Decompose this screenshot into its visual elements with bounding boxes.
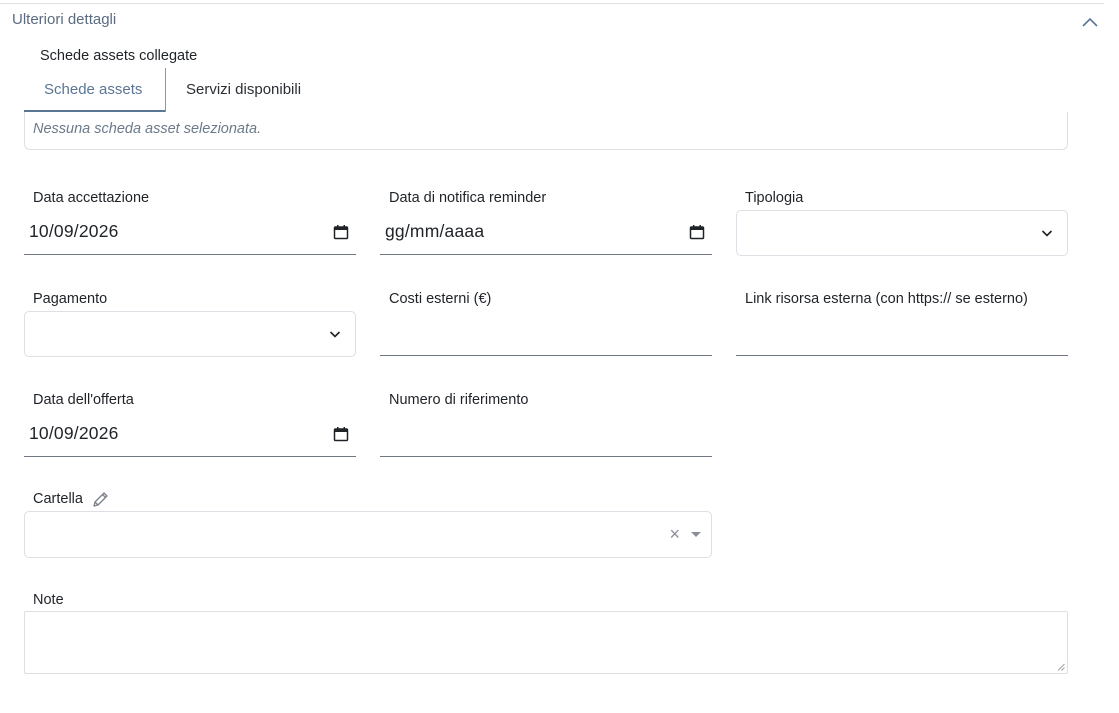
tipologia-label: Tipologia	[745, 190, 804, 206]
chevron-up-icon[interactable]	[1080, 14, 1100, 30]
calendar-icon[interactable]	[333, 224, 349, 240]
data-notifica-value: gg/mm/aaaa	[385, 221, 485, 241]
section-title[interactable]: Ulteriori dettagli	[12, 11, 116, 28]
numero-riferimento-label: Numero di riferimento	[389, 392, 529, 408]
pagamento-select[interactable]	[24, 311, 356, 357]
note-label: Note	[33, 592, 64, 608]
calendar-icon[interactable]	[333, 426, 349, 442]
note-textarea[interactable]	[24, 611, 1068, 674]
resize-grip-icon[interactable]	[1057, 663, 1065, 671]
empty-state-message: Nessuna scheda asset selezionata.	[33, 121, 262, 137]
data-accettazione-input[interactable]: 10/09/2026	[24, 211, 356, 255]
linked-assets-panel: Nessuna scheda asset selezionata.	[24, 112, 1068, 150]
data-notifica-input[interactable]: gg/mm/aaaa	[380, 211, 712, 255]
costi-esterni-label: Costi esterni (€)	[389, 291, 492, 307]
tab-servizi-disponibili[interactable]: Servizi disponibili	[166, 68, 321, 112]
costi-esterni-input[interactable]	[380, 312, 712, 356]
numero-riferimento-input[interactable]	[380, 413, 712, 457]
top-divider	[0, 3, 1104, 4]
cartella-label: Cartella	[33, 491, 83, 507]
chevron-down-icon	[1041, 230, 1053, 237]
tab-schede-assets[interactable]: Schede assets	[24, 68, 166, 112]
calendar-icon[interactable]	[689, 224, 705, 240]
caret-down-icon[interactable]	[691, 532, 701, 537]
data-accettazione-value: 10/09/2026	[29, 221, 119, 241]
pagamento-label: Pagamento	[33, 291, 108, 307]
pencil-icon[interactable]	[91, 490, 110, 509]
linked-assets-title: Schede assets collegate	[40, 48, 198, 64]
data-accettazione-label: Data accettazione	[33, 190, 150, 206]
link-risorsa-input[interactable]	[736, 312, 1068, 356]
data-offerta-value: 10/09/2026	[29, 423, 119, 443]
tipologia-select[interactable]	[736, 210, 1068, 256]
clear-icon[interactable]: ×	[669, 524, 680, 544]
chevron-down-icon	[329, 331, 341, 338]
cartella-select[interactable]: ×	[24, 511, 712, 558]
data-notifica-label: Data di notifica reminder	[389, 190, 547, 206]
link-risorsa-label: Link risorsa esterna (con https:// se es…	[745, 291, 1028, 307]
data-offerta-label: Data dell'offerta	[33, 392, 134, 408]
data-offerta-input[interactable]: 10/09/2026	[24, 413, 356, 457]
